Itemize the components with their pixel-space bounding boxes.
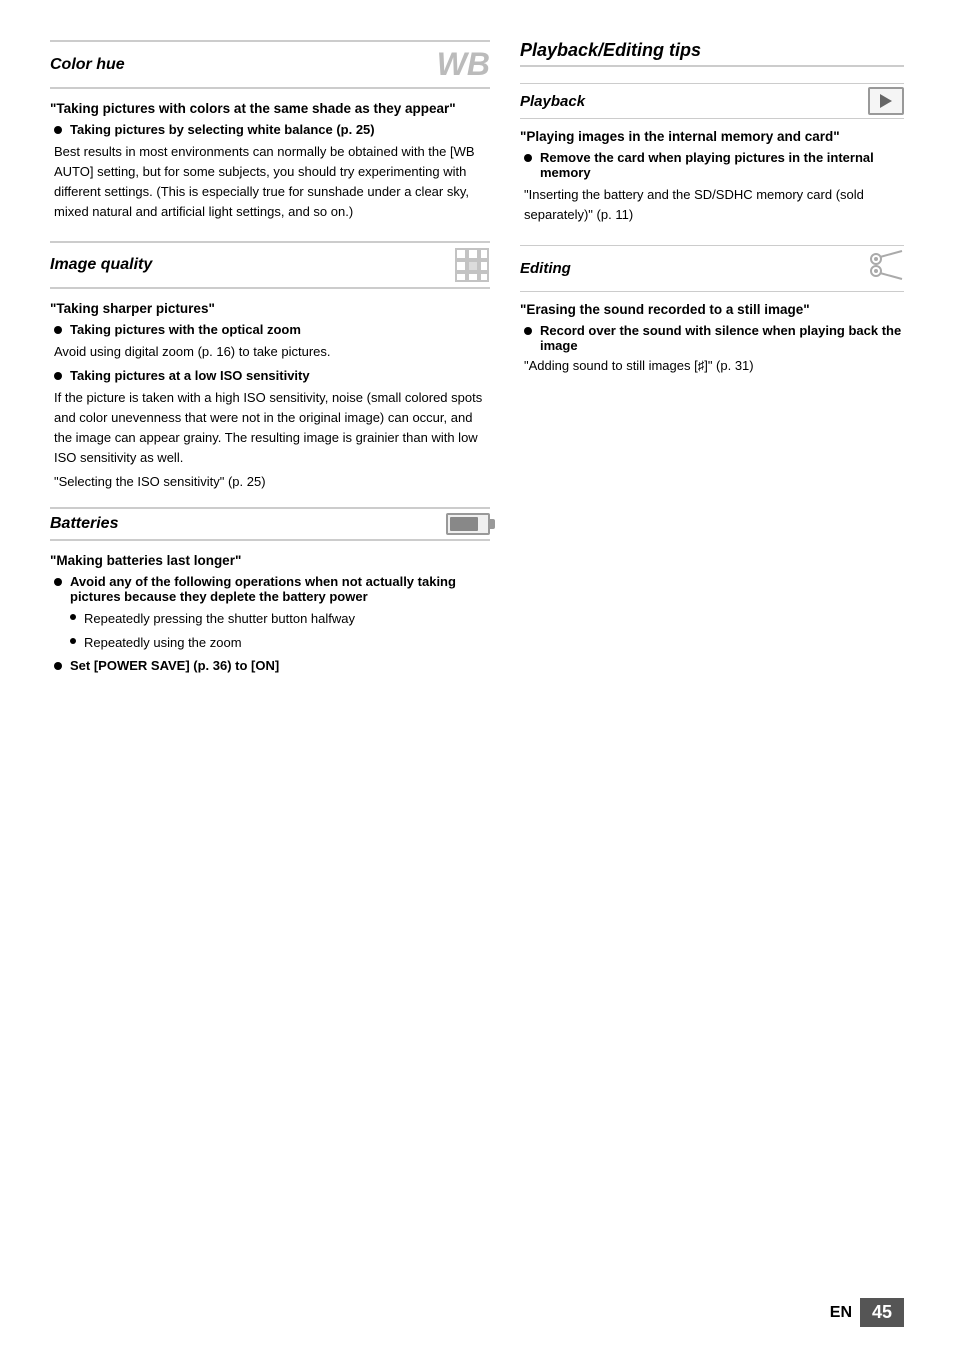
bullet-dot: [524, 154, 532, 162]
bullet-dot: [54, 372, 62, 380]
batteries-sub1: Repeatedly pressing the shutter button h…: [50, 609, 490, 629]
bullet-dot: [54, 326, 62, 334]
en-label: EN: [830, 1304, 852, 1322]
playback-section-header: Playback: [520, 83, 904, 119]
color-hue-body1: Best results in most environments can no…: [50, 142, 490, 223]
editing-section-header: Editing: [520, 245, 904, 292]
color-hue-bullet1-text: Taking pictures by selecting white balan…: [70, 122, 375, 137]
editing-ref1: "Adding sound to still images [♯]" (p. 3…: [520, 358, 904, 373]
wb-icon: WB: [437, 46, 490, 83]
batteries-bullet2: Set [POWER SAVE] (p. 36) to [ON]: [50, 658, 490, 673]
iq-bullet1: Taking pictures with the optical zoom: [50, 322, 490, 337]
page-number: 45: [860, 1298, 904, 1327]
iq-body2: If the picture is taken with a high ISO …: [50, 388, 490, 469]
sub-bullet-dot: [70, 614, 76, 620]
iq-body1: Avoid using digital zoom (p. 16) to take…: [50, 342, 490, 362]
batteries-title: Batteries: [50, 515, 118, 533]
playback-bullet1-text: Remove the card when playing pictures in…: [540, 150, 904, 180]
editing-bullet1: Record over the sound with silence when …: [520, 323, 904, 353]
editing-title: Editing: [520, 260, 571, 277]
image-quality-icon: [454, 247, 490, 283]
playback-bullet1: Remove the card when playing pictures in…: [520, 150, 904, 180]
batteries-section-header: Batteries: [50, 507, 490, 541]
image-quality-title: Image quality: [50, 256, 152, 274]
image-quality-heading1: "Taking sharper pictures": [50, 301, 490, 316]
right-column: Playback/Editing tips Playback "Playing …: [520, 40, 904, 1297]
batteries-heading1: "Making batteries last longer": [50, 553, 490, 568]
batteries-sub2: Repeatedly using the zoom: [50, 633, 490, 653]
batteries-bullet2-text: Set [POWER SAVE] (p. 36) to [ON]: [70, 658, 279, 673]
editing-bullet1-text: Record over the sound with silence when …: [540, 323, 904, 353]
scissors-icon: [868, 249, 904, 288]
color-hue-title: Color hue: [50, 56, 125, 74]
play-icon: [868, 87, 904, 115]
battery-icon: [446, 513, 490, 535]
left-column: Color hue WB "Taking pictures with color…: [50, 40, 490, 1297]
bullet-dot: [54, 662, 62, 670]
playback-heading1: "Playing images in the internal memory a…: [520, 129, 904, 144]
color-hue-bullet1: Taking pictures by selecting white balan…: [50, 122, 490, 137]
iq-ref1: "Selecting the ISO sensitivity" (p. 25): [50, 474, 490, 489]
image-quality-section-header: Image quality: [50, 241, 490, 289]
page-footer: EN 45: [830, 1298, 904, 1327]
iq-bullet1-text: Taking pictures with the optical zoom: [70, 322, 301, 337]
play-triangle: [880, 94, 892, 108]
main-section-title: Playback/Editing tips: [520, 40, 904, 67]
playback-body1: "Inserting the battery and the SD/SDHC m…: [520, 185, 904, 225]
iq-bullet2: Taking pictures at a low ISO sensitivity: [50, 368, 490, 383]
batteries-sub2-text: Repeatedly using the zoom: [84, 633, 242, 653]
batteries-bullet1-text: Avoid any of the following operations wh…: [70, 574, 490, 604]
bullet-dot: [54, 578, 62, 586]
iq-bullet2-text: Taking pictures at a low ISO sensitivity: [70, 368, 310, 383]
color-hue-section-header: Color hue WB: [50, 40, 490, 89]
playback-title: Playback: [520, 93, 585, 110]
bullet-dot: [54, 126, 62, 134]
color-hue-heading1: "Taking pictures with colors at the same…: [50, 101, 490, 116]
sub-bullet-dot: [70, 638, 76, 644]
batteries-bullet1: Avoid any of the following operations wh…: [50, 574, 490, 604]
editing-heading1: "Erasing the sound recorded to a still i…: [520, 302, 904, 317]
batteries-sub1-text: Repeatedly pressing the shutter button h…: [84, 609, 355, 629]
bullet-dot: [524, 327, 532, 335]
